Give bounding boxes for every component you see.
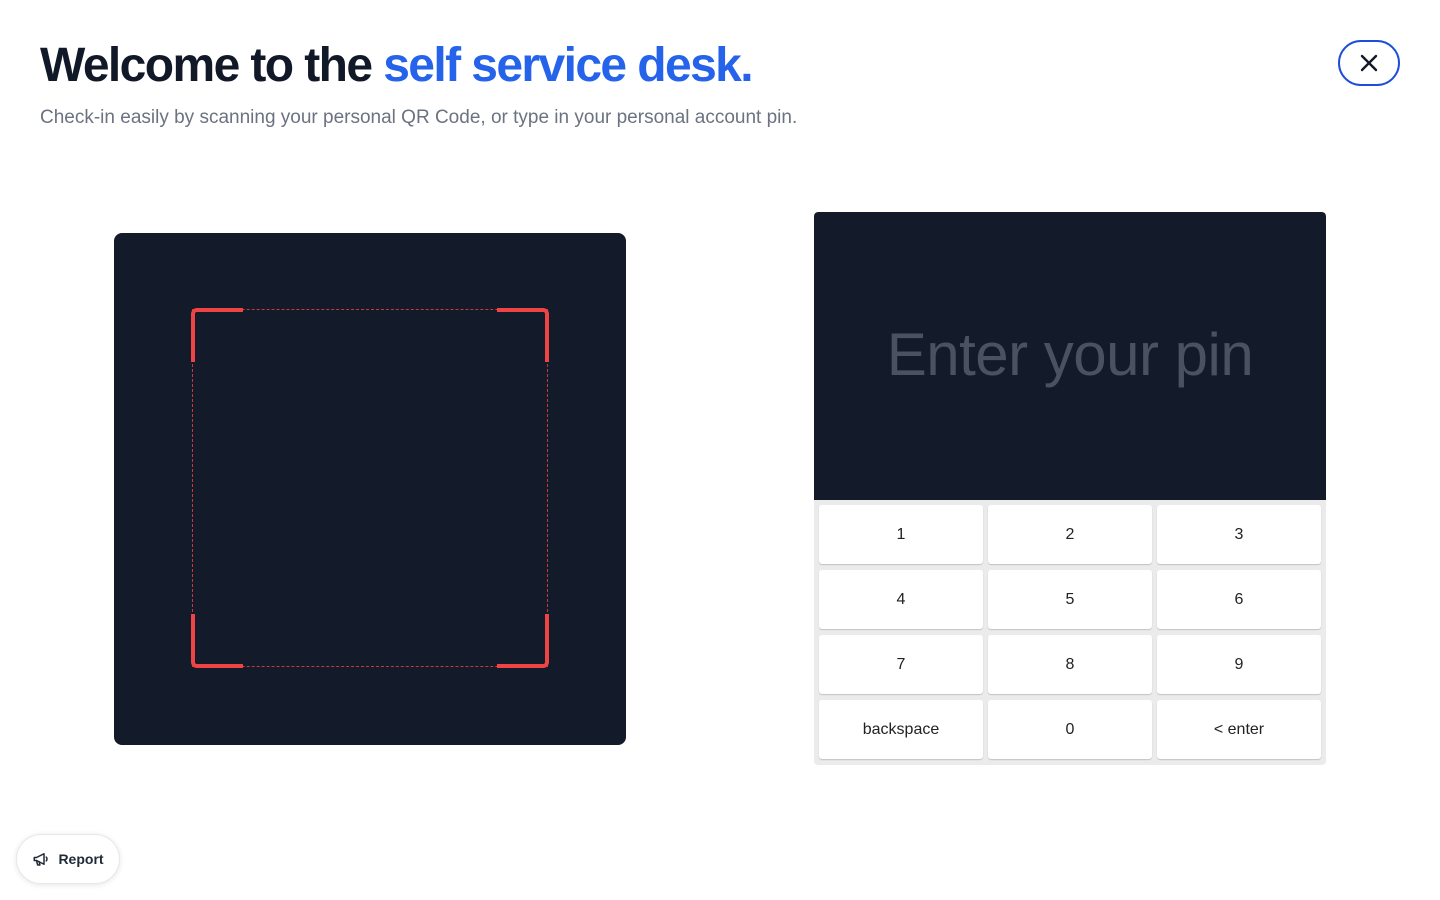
close-button[interactable] — [1338, 40, 1400, 86]
key-2[interactable]: 2 — [988, 505, 1152, 564]
key-5[interactable]: 5 — [988, 570, 1152, 629]
qr-scan-frame — [191, 308, 549, 668]
page-title-prefix: Welcome to the — [40, 39, 373, 92]
qr-scanner-viewport — [114, 233, 626, 745]
report-button[interactable]: Report — [16, 834, 120, 884]
scan-frame-corner-bottom-left — [191, 614, 243, 668]
scan-frame-corner-top-left — [191, 308, 243, 362]
pin-placeholder: Enter your pin — [886, 320, 1254, 388]
page-title-accent: self service desk. — [383, 39, 753, 92]
scan-frame-corner-top-right — [497, 308, 549, 362]
key-enter[interactable]: < enter — [1157, 700, 1321, 759]
key-0[interactable]: 0 — [988, 700, 1152, 759]
pin-pad: Enter your pin 1 2 3 4 5 6 7 8 9 backspa… — [814, 212, 1326, 765]
key-3[interactable]: 3 — [1157, 505, 1321, 564]
page-title: Welcome to the self service desk. — [40, 38, 754, 94]
key-7[interactable]: 7 — [819, 635, 983, 694]
self-service-page: Welcome to the self service desk. Check-… — [0, 0, 1440, 900]
scan-frame-corner-bottom-right — [497, 614, 549, 668]
key-6[interactable]: 6 — [1157, 570, 1321, 629]
key-1[interactable]: 1 — [819, 505, 983, 564]
key-8[interactable]: 8 — [988, 635, 1152, 694]
close-icon — [1360, 54, 1378, 72]
page-subtitle: Check-in easily by scanning your persona… — [40, 107, 798, 128]
key-4[interactable]: 4 — [819, 570, 983, 629]
key-backspace[interactable]: backspace — [819, 700, 983, 759]
megaphone-icon — [33, 853, 49, 866]
pin-display[interactable]: Enter your pin — [814, 212, 1326, 500]
keypad: 1 2 3 4 5 6 7 8 9 backspace 0 < enter — [814, 500, 1326, 764]
key-9[interactable]: 9 — [1157, 635, 1321, 694]
report-label: Report — [58, 851, 104, 867]
